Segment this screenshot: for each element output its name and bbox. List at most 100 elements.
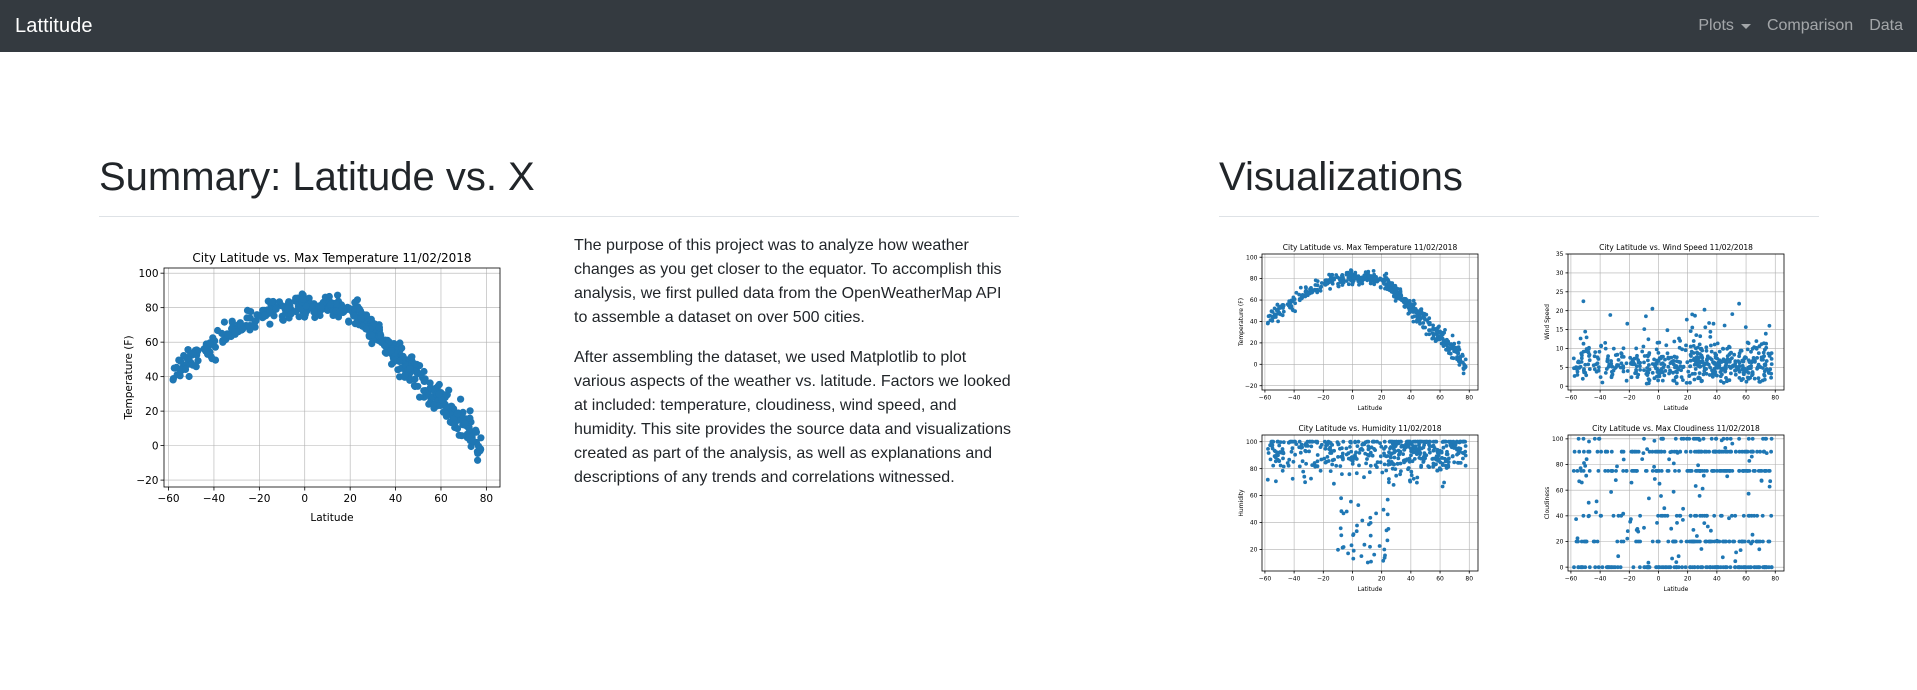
scatter-point xyxy=(1303,441,1308,446)
scatter-point xyxy=(1368,463,1373,468)
x-tick-label: 80 xyxy=(480,493,493,505)
scatter-point xyxy=(1303,448,1308,453)
comparison-link[interactable]: Comparison xyxy=(1767,17,1853,35)
scatter-point xyxy=(1336,547,1340,552)
x-tick-label: 80 xyxy=(1771,395,1779,402)
scatter-point xyxy=(1463,444,1468,448)
scatter-point xyxy=(1277,443,1282,448)
scatter-point xyxy=(1751,449,1755,454)
scatter-point xyxy=(1677,345,1682,350)
data-link[interactable]: Data xyxy=(1869,17,1903,35)
scatter-point xyxy=(1371,269,1376,273)
scatter-point xyxy=(1725,565,1729,570)
scatter-point xyxy=(1293,439,1297,444)
scatter-point xyxy=(1445,449,1449,454)
scatter-point xyxy=(1450,454,1455,459)
scatter-point xyxy=(1451,439,1456,444)
scatter-point xyxy=(1576,359,1581,364)
scatter-point xyxy=(1595,361,1600,366)
scatter-point xyxy=(1393,449,1398,453)
scatter-point xyxy=(1287,457,1292,462)
x-tick-label: 20 xyxy=(1378,395,1386,402)
scatter-point xyxy=(1334,463,1339,468)
scatter-point xyxy=(1603,346,1608,351)
scatter-point xyxy=(1679,368,1683,373)
scatter-point xyxy=(1587,439,1591,444)
scatter-point xyxy=(1634,539,1638,544)
scatter-point xyxy=(1300,459,1305,464)
viz-humidity-plot[interactable]: −60 −40 −20 0 20 40 60 80 20 40 60 80 100 City Latitu… xyxy=(1237,423,1484,593)
scatter-point xyxy=(1461,456,1465,461)
scatter-point xyxy=(1673,375,1678,380)
viz-wind-speed-plot[interactable]: −60 −40 −20 0 20 40 60 80 0 5 10 15 20 25 30 35 City Lat… xyxy=(1543,242,1790,412)
x-tick-label: 0 xyxy=(1657,576,1661,583)
viz-humidity-svg: −60 −40 −20 0 20 40 60 80 20 40 60 80 100 City Latitu… xyxy=(1238,424,1479,593)
scatter-point xyxy=(1421,321,1426,325)
scatter-point xyxy=(1672,449,1677,454)
summary-divider xyxy=(99,216,1019,217)
scatter-point xyxy=(1291,459,1296,464)
brand-link[interactable]: Lattitude xyxy=(15,15,93,38)
scatter-point xyxy=(1660,436,1665,441)
summary-temperature-plot[interactable]: −60 −40 −20 0 20 40 60 80 −20 0 20 40 60 80 100 City La… xyxy=(120,248,510,524)
x-tick-label: −20 xyxy=(1623,395,1636,402)
scatter-point xyxy=(1356,503,1361,507)
y-tick-label: 100 xyxy=(1246,439,1258,446)
y-tick-label: 100 xyxy=(1246,254,1258,261)
scatter-point xyxy=(1418,314,1422,319)
scatter-point xyxy=(1663,513,1667,518)
scatter-point xyxy=(1329,451,1334,455)
scatter-point xyxy=(1762,469,1767,473)
scatter-point xyxy=(1746,565,1751,570)
scatter-point xyxy=(1647,449,1652,454)
scatter-point xyxy=(1714,565,1719,570)
scatter-point xyxy=(1710,374,1715,379)
y-tick-label: 0 xyxy=(152,440,159,452)
scatter-point xyxy=(1678,449,1682,454)
scatter-point xyxy=(1665,328,1670,333)
scatter-point xyxy=(1374,511,1378,516)
scatter-point xyxy=(1768,479,1773,484)
scatter-point xyxy=(310,308,318,316)
scatter-point xyxy=(1592,354,1597,359)
scatter-point xyxy=(1319,442,1324,447)
scatter-point xyxy=(211,343,219,351)
scatter-point xyxy=(1357,282,1361,287)
scatter-point xyxy=(1382,273,1387,278)
y-tick-label: 20 xyxy=(1250,340,1258,347)
nav-links: Plots Comparison Data xyxy=(1682,17,1903,35)
scatter-point xyxy=(1354,450,1358,455)
scatter-point xyxy=(1671,461,1676,466)
scatter-point xyxy=(1365,560,1370,565)
scatter-point xyxy=(1705,354,1710,359)
scatter-point xyxy=(1750,539,1755,544)
viz-cloudiness-plot[interactable]: −60 −40 −20 0 20 40 60 80 0 20 40 60 80 100 City Latit… xyxy=(1543,423,1790,593)
viz-temperature-plot[interactable]: −60 −40 −20 0 20 40 60 80 −20 0 20 40 60 80 100 City La… xyxy=(1237,242,1484,412)
x-tick-label: 20 xyxy=(1378,576,1386,583)
x-tick-label: 20 xyxy=(343,493,356,505)
scatter-point xyxy=(1738,348,1743,353)
scatter-point xyxy=(1705,361,1710,366)
x-tick-label: −40 xyxy=(1288,395,1301,402)
scatter-point xyxy=(1422,451,1427,456)
scatter-point xyxy=(1676,565,1681,570)
scatter-point xyxy=(1463,463,1468,468)
scatter-point xyxy=(1759,355,1764,360)
scatter-point xyxy=(1339,496,1343,501)
scatter-point xyxy=(1461,371,1466,376)
scatter-point xyxy=(279,316,287,324)
scatter-point xyxy=(1349,543,1354,548)
scatter-point xyxy=(169,376,177,384)
scatter-point xyxy=(1328,440,1333,445)
scatter-point xyxy=(1697,371,1702,375)
plots-dropdown[interactable]: Plots xyxy=(1698,17,1751,35)
scatter-point xyxy=(1336,284,1341,288)
scatter-point xyxy=(1266,451,1271,455)
scatter-point xyxy=(1348,439,1353,444)
scatter-point xyxy=(401,371,409,379)
scatter-point xyxy=(1600,380,1605,385)
scatter-point xyxy=(1596,368,1601,373)
scatter-point xyxy=(176,357,185,365)
scatter-point xyxy=(1450,333,1455,338)
scatter-point xyxy=(1581,469,1586,473)
